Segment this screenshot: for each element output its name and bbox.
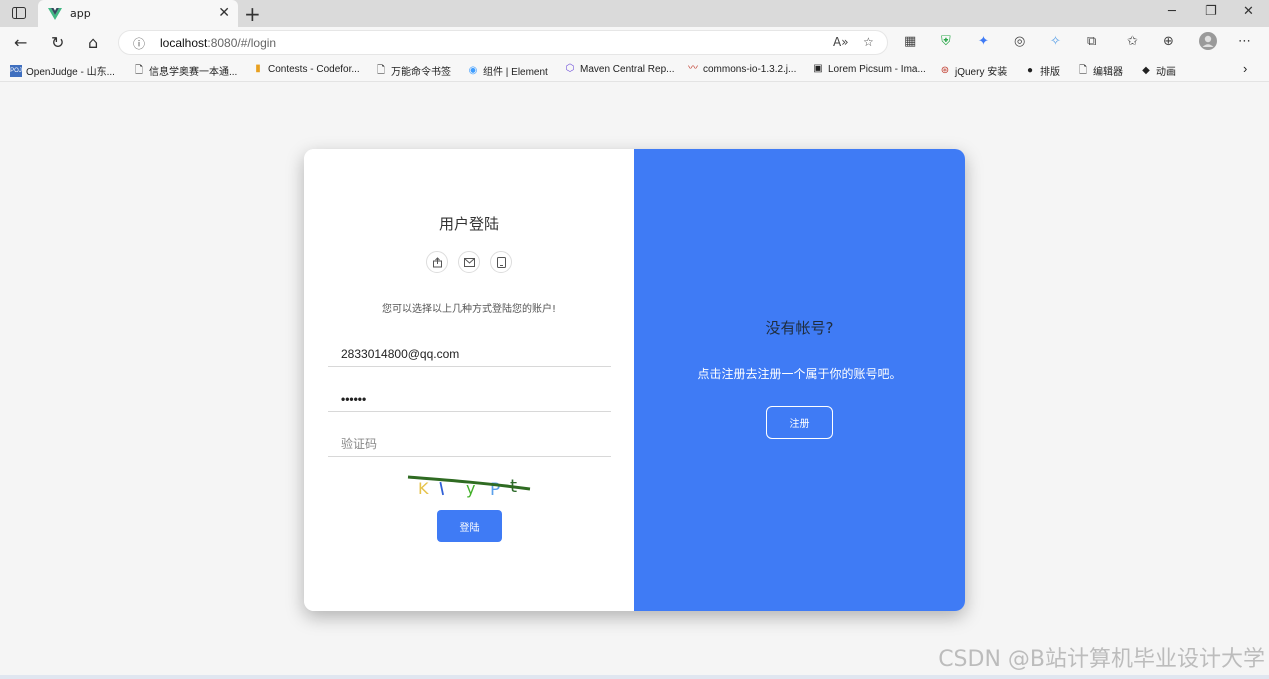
login-card: 用户登陆 您可以选择以上几种方式登陆您的账户! 2833014800@qq.co… — [304, 149, 965, 611]
captcha-char-4: P — [490, 480, 500, 498]
profile-avatar-icon[interactable] — [1199, 32, 1217, 54]
more-menu-icon[interactable]: ⋯ — [1238, 34, 1251, 49]
captcha-char-2: I — [437, 479, 447, 498]
bookmark-codeforces[interactable]: ▮ Contests - Codefor... — [252, 63, 359, 75]
page-icon: 🗋 — [134, 64, 144, 76]
tab-actions-icon[interactable] — [8, 4, 30, 22]
register-title: 没有帐号? — [765, 319, 834, 337]
address-bar[interactable]: ⓘ localhost:8080/#/login A» ☆ — [118, 30, 888, 55]
login-button[interactable]: 登陆 — [437, 510, 502, 542]
new-tab-button[interactable]: + — [244, 2, 261, 26]
bookmark-commands[interactable]: 🗋 万能命令书签 — [375, 63, 451, 79]
register-panel: 没有帐号? 点击注册去注册一个属于你的账号吧。 注册 — [634, 149, 965, 611]
read-aloud-icon[interactable]: A» — [833, 35, 849, 49]
extensions-icon[interactable]: ⧉ — [1087, 34, 1096, 49]
jquery-icon: ⊛ — [940, 64, 950, 76]
translate-icon[interactable]: ✦ — [978, 34, 989, 49]
bookmark-openjudge[interactable]: POJ OpenJudge - 山东... — [10, 63, 115, 78]
browser-tab[interactable]: app ✕ — [38, 0, 238, 27]
password-input[interactable] — [328, 388, 611, 410]
url-text: localhost:8080/#/login — [160, 36, 277, 50]
bookmark-paiban[interactable]: ● 排版 — [1024, 63, 1060, 79]
page-icon: 🗋 — [1078, 64, 1088, 76]
login-panel: 用户登陆 您可以选择以上几种方式登陆您的账户! 2833014800@qq.co… — [304, 149, 634, 611]
site-info-icon[interactable]: ⓘ — [133, 35, 145, 52]
github-icon: ● — [1026, 64, 1034, 76]
element-icon: ◉ — [468, 64, 478, 76]
tab-close-icon[interactable]: ✕ — [218, 5, 230, 21]
magic-icon[interactable]: ✧ — [1050, 34, 1061, 49]
email-input[interactable] — [328, 343, 611, 365]
close-window-button[interactable]: ✕ — [1243, 4, 1254, 19]
back-icon[interactable]: ← — [14, 33, 27, 52]
bookmark-commons-io[interactable]: 〰 commons-io-1.3.2.j... — [687, 63, 796, 75]
bookmark-maven[interactable]: ⬡ Maven Central Rep... — [564, 63, 675, 75]
bookmark-animation[interactable]: ◆ 动画 — [1140, 63, 1176, 79]
password-field — [328, 388, 611, 412]
refresh-icon[interactable]: ↻ — [51, 33, 64, 52]
bottom-strip — [0, 675, 1269, 679]
bookmark-xinxixue[interactable]: 🗋 信息学奥赛一本通... — [133, 63, 237, 79]
mobile-login-icon[interactable] — [490, 251, 512, 273]
tab-title: app — [70, 7, 91, 20]
poj-icon: POJ — [10, 64, 22, 77]
captcha-input[interactable] — [328, 433, 611, 455]
captcha-char-1: K — [418, 479, 429, 498]
email-field — [328, 343, 611, 367]
register-subtitle: 点击注册去注册一个属于你的账号吧。 — [697, 367, 902, 381]
login-subtitle: 您可以选择以上几种方式登陆您的账户! — [381, 304, 556, 315]
login-method-icons — [426, 251, 512, 273]
page-content: 用户登陆 您可以选择以上几种方式登陆您的账户! 2833014800@qq.co… — [0, 83, 1269, 679]
favorite-icon[interactable]: ☆ — [863, 35, 874, 49]
bookmark-jquery[interactable]: ⊛ jQuery 安装 — [939, 63, 1007, 79]
hexagon-icon: ⬡ — [565, 63, 575, 74]
collections-icon[interactable]: ⊕ — [1163, 34, 1174, 49]
email-login-icon[interactable] — [458, 251, 480, 273]
restore-button[interactable]: ❐ — [1205, 4, 1217, 19]
image-icon: ▣ — [813, 63, 823, 74]
browser-toolbar: ← ↻ ⌂ ⓘ localhost:8080/#/login A» ☆ ▦ ⛨ … — [0, 27, 1269, 58]
minimize-button[interactable]: ─ — [1168, 4, 1176, 19]
page-icon: 🗋 — [376, 64, 386, 76]
tab-strip: app ✕ + ─ ❐ ✕ — [0, 0, 1269, 27]
bookmark-lorem-picsum[interactable]: ▣ Lorem Picsum - Ima... — [812, 63, 926, 75]
tracking-icon[interactable]: ◎ — [1014, 34, 1025, 49]
share-login-icon[interactable] — [426, 251, 448, 273]
favorites-icon[interactable]: ✩ — [1127, 34, 1138, 49]
bookmark-element[interactable]: ◉ 组件 | Element — [467, 63, 548, 79]
login-title: 用户登陆 — [438, 215, 499, 233]
chevron-right-icon[interactable]: › — [1243, 61, 1247, 76]
bars-icon: ▮ — [255, 63, 261, 74]
feather-icon: 〰 — [688, 63, 698, 74]
bookmark-editor[interactable]: 🗋 编辑器 — [1077, 63, 1123, 79]
diamond-icon: ◆ — [1142, 64, 1150, 76]
shield-icon[interactable]: ⛨ — [941, 34, 951, 49]
csdn-watermark: CSDN @B站计算机毕业设计大学 — [938, 647, 1265, 672]
extension-icon[interactable]: ▦ — [904, 34, 916, 49]
captcha-field — [328, 433, 611, 457]
captcha-image[interactable]: K I y P t — [406, 472, 532, 498]
register-button[interactable]: 注册 — [766, 406, 833, 439]
vue-logo-icon — [48, 7, 62, 20]
bookmarks-bar: POJ OpenJudge - 山东... 🗋 信息学奥赛一本通... ▮ Conte… — [0, 58, 1269, 82]
home-icon[interactable]: ⌂ — [88, 33, 98, 52]
